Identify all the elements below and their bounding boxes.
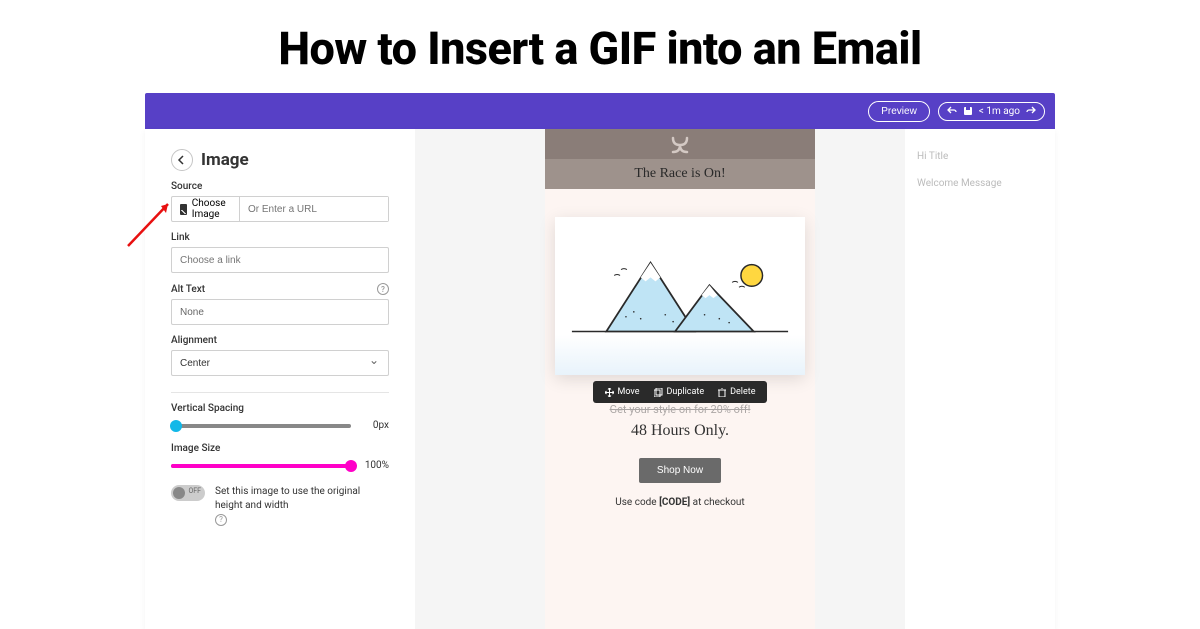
- trash-icon: [718, 388, 726, 397]
- choose-image-button[interactable]: Choose Image: [172, 197, 240, 221]
- save-icon: [963, 106, 973, 116]
- image-icon: [180, 204, 187, 215]
- vspacing-thumb[interactable]: [170, 420, 182, 432]
- divider: [171, 392, 389, 393]
- history-time: < 1m ago: [979, 106, 1020, 117]
- duplicate-button[interactable]: Duplicate: [648, 385, 711, 399]
- email-preview: The Race is On!: [545, 129, 815, 629]
- image-card[interactable]: [555, 217, 805, 375]
- editor-container: Preview < 1m ago Image: [145, 93, 1055, 629]
- history-pill[interactable]: < 1m ago: [938, 102, 1045, 121]
- help-icon[interactable]: ?: [377, 283, 389, 295]
- right-panel: Hi Title Welcome Message: [905, 129, 1055, 629]
- delete-button[interactable]: Delete: [712, 385, 761, 399]
- move-label: Move: [618, 387, 640, 397]
- panel-title: Image: [201, 150, 249, 170]
- imgsize-value: 100%: [361, 460, 389, 471]
- duplicate-label: Duplicate: [667, 387, 705, 397]
- promo-hours: 48 Hours Only.: [631, 422, 729, 440]
- vspacing-value: 0px: [361, 420, 389, 431]
- canvas: The Race is On!: [415, 129, 905, 629]
- undo-icon[interactable]: [947, 106, 957, 116]
- source-label: Source: [171, 181, 389, 192]
- topbar: Preview < 1m ago: [145, 93, 1055, 129]
- redo-icon[interactable]: [1026, 106, 1036, 116]
- alt-label-text: Alt Text: [171, 284, 205, 295]
- choose-image-label: Choose Image: [192, 198, 231, 220]
- editor-body: Image Source Choose Image Link Alt Text …: [145, 129, 1055, 629]
- alt-label: Alt Text ?: [171, 283, 389, 295]
- code-text: Use code [CODE] at checkout: [615, 497, 744, 508]
- logo-icon: [668, 135, 692, 155]
- link-label: Link: [171, 232, 389, 243]
- original-size-toggle[interactable]: OFF: [171, 485, 205, 501]
- alignment-select[interactable]: Center: [171, 350, 389, 376]
- email-title: The Race is On!: [545, 159, 815, 189]
- preview-button[interactable]: Preview: [868, 101, 930, 122]
- move-button[interactable]: Move: [599, 385, 646, 399]
- email-header: The Race is On!: [545, 129, 815, 189]
- url-input[interactable]: [240, 197, 388, 221]
- card-gradient: [555, 335, 805, 375]
- right-panel-item[interactable]: Welcome Message: [917, 170, 1043, 197]
- page-title: How to Insert a GIF into an Email: [0, 0, 1200, 93]
- action-bar: Move Duplicate Delete: [593, 381, 768, 403]
- imgsize-fill: [171, 464, 351, 468]
- imgsize-slider[interactable]: [171, 464, 351, 468]
- shop-now-button[interactable]: Shop Now: [639, 458, 721, 483]
- vspacing-slider[interactable]: [171, 424, 351, 428]
- settings-panel: Image Source Choose Image Link Alt Text …: [145, 129, 415, 629]
- imgsize-label: Image Size: [171, 443, 389, 454]
- duplicate-icon: [654, 388, 663, 397]
- source-row: Choose Image: [171, 196, 389, 222]
- right-panel-item[interactable]: Hi Title: [917, 143, 1043, 170]
- back-button[interactable]: [171, 149, 193, 171]
- promo-text: Get your style on for 20% off!: [610, 403, 751, 416]
- delete-label: Delete: [730, 387, 755, 397]
- alignment-label: Alignment: [171, 335, 389, 346]
- help-icon[interactable]: ?: [215, 514, 227, 526]
- imgsize-thumb[interactable]: [345, 460, 357, 472]
- toggle-state-label: OFF: [188, 487, 201, 495]
- arrow-annotation: [123, 196, 178, 251]
- vspacing-label: Vertical Spacing: [171, 403, 389, 414]
- toggle-description: Set this image to use the original heigh…: [215, 485, 389, 527]
- alt-input[interactable]: [171, 299, 389, 325]
- link-input[interactable]: [171, 247, 389, 273]
- toggle-knob: [173, 487, 185, 499]
- move-icon: [605, 388, 614, 397]
